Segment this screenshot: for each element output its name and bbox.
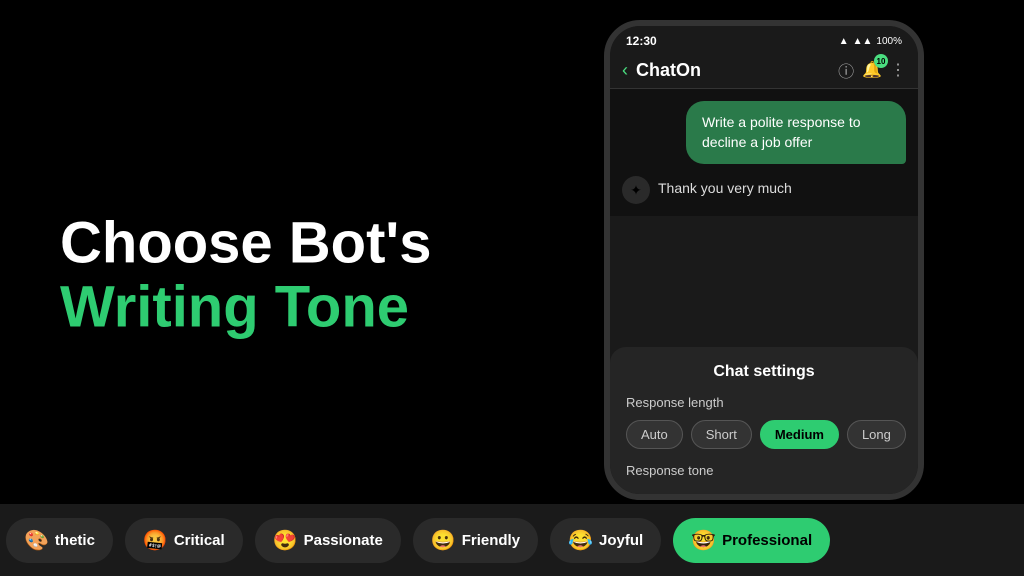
status-bar: 12:30 ▲ ▲▲ 100% [610, 26, 918, 52]
response-length-label: Response length [626, 395, 902, 410]
user-bubble: Write a polite response to decline a job… [686, 101, 906, 164]
response-tone-label: Response tone [626, 463, 902, 478]
wifi-icon: ▲ [839, 36, 849, 47]
tone-pill-professional[interactable]: 🤓 Professional [673, 518, 830, 563]
tone-pill-thetic[interactable]: 🎨 thetic [6, 518, 113, 563]
notification-icon[interactable]: 🔔 10 [862, 60, 882, 80]
tone-emoji: 🤓 [691, 528, 716, 553]
length-buttons: Auto Short Medium Long [626, 420, 902, 449]
chat-area: Write a polite response to decline a job… [610, 89, 918, 216]
headline-line2: Writing Tone [60, 275, 431, 339]
left-content: Choose Bot's Writing Tone [60, 211, 431, 339]
tone-emoji: 🎨 [24, 528, 49, 553]
badge-count: 10 [874, 54, 888, 68]
tone-label-text: Friendly [462, 532, 520, 549]
tone-pill-joyful[interactable]: 😂 Joyful [550, 518, 661, 563]
status-time: 12:30 [626, 34, 657, 48]
phone-outer: 12:30 ▲ ▲▲ 100% ‹ ChatOn ⓘ 🔔 10 ⋮ Write … [604, 20, 924, 500]
bot-message: ✦ Thank you very much [622, 176, 906, 204]
signal-icon: ▲▲ [853, 36, 873, 47]
length-auto-button[interactable]: Auto [626, 420, 683, 449]
bot-avatar: ✦ [622, 176, 650, 204]
chat-settings-panel: Chat settings Response length Auto Short… [610, 347, 918, 494]
length-medium-button[interactable]: Medium [760, 420, 839, 449]
tone-label-text: Critical [174, 532, 225, 549]
tone-label-text: Joyful [599, 532, 643, 549]
tone-bar: 🎨 thetic 🤬 Critical 😍 Passionate 😀 Friendly 😂 Joy… [0, 504, 1024, 576]
header-icons: ⓘ 🔔 10 ⋮ [838, 58, 906, 82]
tone-pill-critical[interactable]: 🤬 Critical [125, 518, 243, 563]
phone-mockup: 12:30 ▲ ▲▲ 100% ‹ ChatOn ⓘ 🔔 10 ⋮ Write … [604, 20, 944, 510]
back-arrow-icon[interactable]: ‹ [622, 60, 628, 81]
menu-icon[interactable]: ⋮ [890, 60, 906, 80]
tone-pill-passionate[interactable]: 😍 Passionate [255, 518, 401, 563]
settings-title: Chat settings [626, 363, 902, 381]
info-icon[interactable]: ⓘ [838, 58, 854, 82]
battery-indicator: 100% [876, 36, 902, 47]
status-icons: ▲ ▲▲ 100% [839, 36, 902, 47]
bot-text: Thank you very much [658, 176, 792, 196]
app-header: ‹ ChatOn ⓘ 🔔 10 ⋮ [610, 52, 918, 89]
tone-emoji: 😂 [568, 528, 593, 553]
length-short-button[interactable]: Short [691, 420, 752, 449]
tone-pill-friendly[interactable]: 😀 Friendly [413, 518, 538, 563]
tone-label-text: thetic [55, 532, 95, 549]
app-title: ChatOn [636, 60, 838, 81]
tone-emoji: 🤬 [143, 528, 168, 553]
tone-label-text: Professional [722, 532, 812, 549]
tone-label-text: Passionate [304, 532, 383, 549]
length-long-button[interactable]: Long [847, 420, 906, 449]
tone-emoji: 😀 [431, 528, 456, 553]
tone-emoji: 😍 [273, 528, 298, 553]
headline-line1: Choose Bot's [60, 211, 431, 275]
